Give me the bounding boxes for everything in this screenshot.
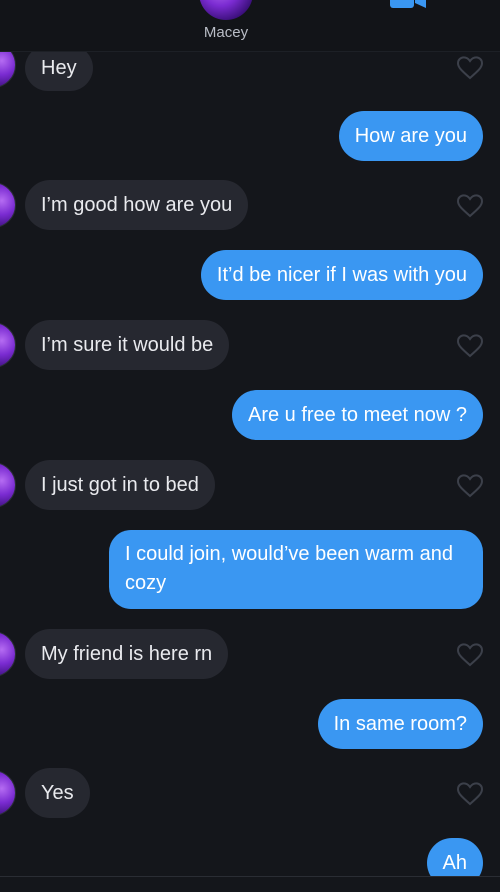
like-heart-icon[interactable] — [456, 642, 484, 668]
like-heart-icon[interactable] — [456, 55, 484, 81]
video-call-icon[interactable] — [388, 0, 428, 8]
sender-avatar — [0, 182, 16, 228]
sender-avatar — [0, 52, 16, 88]
sent-message-bubble[interactable]: Ah — [426, 838, 483, 876]
sent-message-bubble[interactable]: Are u free to meet now ? — [231, 390, 483, 440]
sender-avatar — [0, 770, 16, 816]
received-message-bubble[interactable]: I just got in to bed — [25, 460, 215, 510]
composer-bar[interactable] — [0, 876, 500, 892]
contact-name[interactable]: Macey — [0, 24, 452, 41]
received-message-bubble[interactable]: Hey — [25, 52, 93, 91]
contact-avatar[interactable] — [199, 0, 253, 20]
sent-message-bubble[interactable]: How are you — [338, 111, 483, 161]
like-heart-icon[interactable] — [456, 333, 484, 359]
chat-header: Macey — [0, 0, 500, 52]
sender-avatar — [0, 631, 16, 677]
like-heart-icon[interactable] — [456, 473, 484, 499]
message-thread[interactable]: Hey How are you I’m good how are you It’… — [0, 52, 500, 876]
received-message-bubble[interactable]: My friend is here rn — [25, 629, 229, 679]
like-heart-icon[interactable] — [456, 193, 484, 219]
received-message-bubble[interactable]: I’m sure it would be — [25, 320, 230, 370]
sent-message-bubble[interactable]: I could join, would’ve been warm and coz… — [109, 530, 483, 609]
like-heart-icon[interactable] — [456, 781, 484, 807]
received-message-bubble[interactable]: Yes — [25, 768, 90, 818]
sent-message-bubble[interactable]: It’d be nicer if I was with you — [200, 250, 483, 300]
sent-message-bubble[interactable]: In same room? — [317, 699, 483, 749]
sender-avatar — [0, 462, 16, 508]
received-message-bubble[interactable]: I’m good how are you — [25, 180, 249, 230]
sender-avatar — [0, 322, 16, 368]
